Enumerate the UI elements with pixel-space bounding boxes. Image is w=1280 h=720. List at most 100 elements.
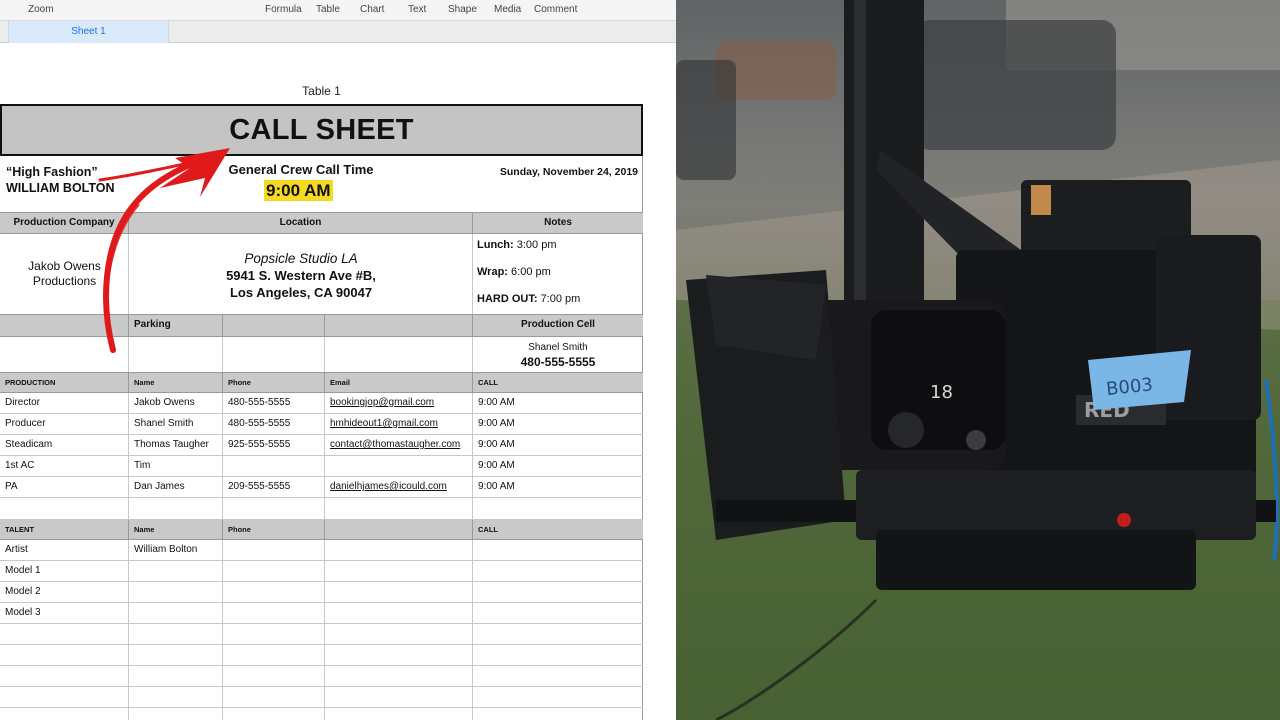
crew-header-name: Name	[129, 373, 223, 392]
tab-sheet-1[interactable]: Sheet 1	[8, 21, 169, 43]
table-row[interactable]: Model 3	[0, 603, 643, 624]
crew-role: Producer	[0, 414, 129, 434]
empty-cell	[0, 708, 129, 720]
talent-name	[129, 582, 223, 602]
talent-role: Model 2	[0, 582, 129, 602]
header-blank-3	[325, 315, 473, 336]
talent-role: Artist	[0, 540, 129, 560]
empty-cell	[0, 498, 129, 519]
talent-header-call: CALL	[478, 525, 498, 534]
table-row[interactable]	[0, 498, 643, 520]
crew-role: PA	[0, 477, 129, 497]
empty-cell	[223, 561, 325, 581]
parking-row[interactable]: Shanel Smith 480-555-5555	[0, 337, 643, 373]
crew-name: Dan James	[129, 477, 223, 497]
location-studio: Popsicle Studio LA	[244, 251, 358, 266]
empty-cell	[325, 540, 473, 560]
text-button[interactable]: Text	[408, 4, 426, 15]
crew-email-link[interactable]: hmhideout1@gmail.com	[325, 414, 473, 434]
talent-header-row: TALENT Name Phone CALL	[0, 520, 643, 540]
empty-cell	[325, 708, 473, 720]
crew-phone: 209-555-5555	[223, 477, 325, 497]
crew-email-link[interactable]: contact@thomastaugher.com	[325, 435, 473, 455]
chart-button[interactable]: Chart	[360, 4, 384, 15]
camera-rig-photo: RED B003 18	[676, 0, 1280, 720]
call-sheet-table[interactable]: CALL SHEET “High Fashion” WILLIAM BOLTON…	[0, 104, 643, 720]
empty-cell	[223, 708, 325, 720]
empty-cell	[223, 624, 325, 644]
crew-email-link[interactable]: bookingjop@gmail.com	[325, 393, 473, 413]
empty-cell	[325, 603, 473, 623]
table-row[interactable]: 1st AC Tim 9:00 AM	[0, 456, 643, 477]
production-cell-name: Shanel Smith	[528, 342, 588, 353]
table-row[interactable]: Steadicam Thomas Taugher 925-555-5555 co…	[0, 435, 643, 456]
table-row[interactable]: Artist William Bolton	[0, 540, 643, 561]
zoom-button[interactable]: Zoom	[28, 4, 54, 15]
media-button[interactable]: Media	[494, 4, 521, 15]
header-notes: Notes	[544, 217, 572, 228]
empty-cell	[473, 561, 643, 581]
empty-cell	[325, 561, 473, 581]
header-blank-2	[223, 315, 325, 336]
header-row-company: Production Company Location Notes	[0, 213, 643, 234]
empty-cell	[223, 687, 325, 707]
crew-header-production: PRODUCTION	[0, 373, 129, 392]
crew-email-link[interactable]: danielhjames@icould.com	[325, 477, 473, 497]
crew-name: Tim	[129, 456, 223, 476]
crew-phone: 925-555-5555	[223, 435, 325, 455]
empty-cell	[325, 582, 473, 602]
talent-header-name: Name	[129, 520, 223, 539]
sheet-tab-bar: Sheet 1	[0, 20, 676, 43]
toolbar: Zoom Formula Table Chart Text Shape Medi…	[0, 0, 676, 20]
crew-call: 9:00 AM	[478, 397, 515, 408]
table-row[interactable]	[0, 708, 643, 720]
shoot-date: Sunday, November 24, 2019	[499, 166, 638, 178]
formula-button[interactable]: Formula	[265, 4, 302, 15]
call-sheet-title[interactable]: CALL SHEET	[0, 104, 643, 156]
table-button[interactable]: Table	[316, 4, 340, 15]
table-row[interactable]: PA Dan James 209-555-5555 danielhjames@i…	[0, 477, 643, 498]
note-wrap: Wrap: 6:00 pm	[477, 266, 551, 278]
empty-cell	[129, 624, 223, 644]
header-row-parking: Parking Production Cell	[0, 315, 643, 337]
empty-cell	[0, 666, 129, 686]
table-row[interactable]: Model 2	[0, 582, 643, 603]
artist-name: WILLIAM BOLTON	[6, 181, 115, 195]
empty-cell	[473, 708, 643, 720]
table-row[interactable]	[0, 687, 643, 708]
parking-blank-2	[223, 337, 325, 372]
empty-cell	[0, 624, 129, 644]
talent-name: William Bolton	[129, 540, 223, 560]
empty-cell	[129, 666, 223, 686]
crew-header-call: CALL	[478, 378, 498, 387]
empty-cell	[0, 687, 129, 707]
parking-blank-3	[325, 337, 473, 372]
crew-call: 9:00 AM	[478, 439, 515, 450]
table-row[interactable]	[0, 666, 643, 687]
table-row[interactable]: Producer Shanel Smith 480-555-5555 hmhid…	[0, 414, 643, 435]
location-street: 5941 S. Western Ave #B,	[226, 268, 376, 283]
table-title[interactable]: Table 1	[0, 84, 643, 98]
table-row[interactable]: Director Jakob Owens 480-555-5555 bookin…	[0, 393, 643, 414]
table-row[interactable]	[0, 645, 643, 666]
shape-button[interactable]: Shape	[448, 4, 477, 15]
empty-cell	[473, 645, 643, 665]
talent-role: Model 3	[0, 603, 129, 623]
table-row[interactable]: Model 1	[0, 561, 643, 582]
comment-button[interactable]: Comment	[534, 4, 577, 15]
crew-email-link[interactable]	[325, 456, 473, 476]
location-cell: Popsicle Studio LA 5941 S. Western Ave #…	[129, 234, 473, 314]
crew-call-label: General Crew Call Time	[228, 162, 374, 177]
production-cell-contact: Shanel Smith 480-555-5555	[473, 337, 643, 372]
talent-header-talent: TALENT	[0, 520, 129, 539]
empty-cell	[129, 687, 223, 707]
note-lunch: Lunch: 3:00 pm	[477, 239, 557, 251]
parking-blank-1	[0, 337, 129, 372]
empty-cell	[473, 498, 643, 519]
camera-photo-illustration: RED B003 18	[676, 0, 1280, 720]
crew-call-time: 9:00 AM	[264, 180, 333, 201]
crew-role: 1st AC	[0, 456, 129, 476]
talent-role: Model 1	[0, 561, 129, 581]
company-location-row[interactable]: Jakob Owens Productions Popsicle Studio …	[0, 234, 643, 315]
table-row[interactable]	[0, 624, 643, 645]
